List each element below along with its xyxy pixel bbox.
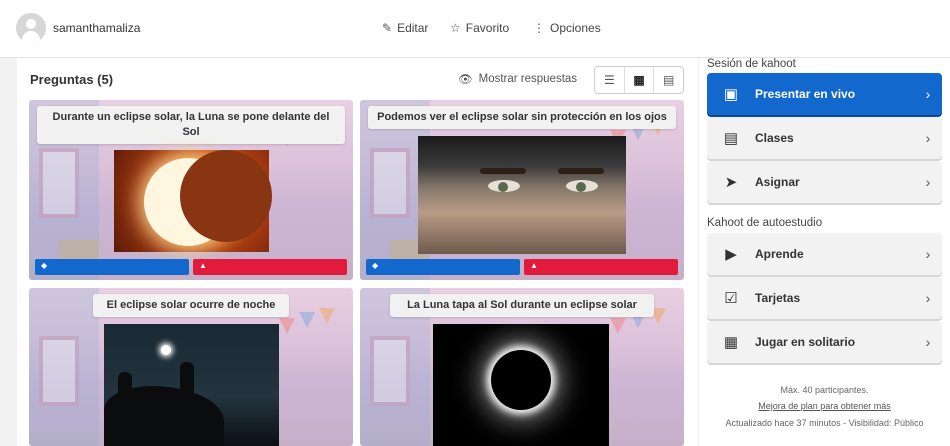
chevron-right-icon: › [925,174,931,190]
answer-blue: ◆ [35,259,189,275]
grid-view-icon[interactable]: ▦ [623,67,654,93]
diamond-icon: ◆ [41,261,48,270]
question-text: El eclipse solar ocurre de noche [93,294,289,317]
edit-button-label: Editar [397,21,429,35]
person-silhouette [180,362,194,402]
kahoot-sidebar: Sesión de kahoot ▣ Presentar en vivo › ▤… [699,58,950,446]
grid-solo-icon: ▦ [723,334,739,351]
diamond-icon: ◆ [372,261,379,270]
question-text: La Luna tapa al Sol durante un eclipse s… [390,294,654,317]
learn-button[interactable]: ▶ Aprende › [707,233,942,275]
question-card-4[interactable]: La Luna tapa al Sol durante un eclipse s… [360,288,684,446]
total-eclipse-image [433,324,609,446]
classroom-window [39,336,79,406]
questions-panel: Preguntas (5) 👁 Mostrar respuestas ☰ ▦ ▤… [17,58,698,446]
eyes-closeup-image [418,136,626,254]
night-silhouette-image [104,324,279,446]
avatar-body-shape [22,31,40,43]
classroom-window [370,148,410,218]
present-live-button[interactable]: ▣ Presentar en vivo › [707,73,942,115]
answer-red: ▲ [193,259,347,275]
person-silhouette [118,372,132,406]
username[interactable]: samanthamaliza [53,21,140,35]
assign-label: Asignar [755,175,800,189]
more-vertical-icon: ⋮ [533,21,545,35]
view-mode-toggle: ☰ ▦ ▤ [594,66,684,94]
classes-label: Clases [755,131,794,145]
options-button[interactable]: ⋮ Opciones [533,21,601,35]
updated-visibility-text: Actualizado hace 37 minutos - Visibilida… [725,418,924,428]
flashcards-label: Tarjetas [755,291,801,305]
bunting-flag [279,318,295,334]
star-icon: ☆ [450,21,461,35]
avatar[interactable] [16,13,46,43]
question-card-3[interactable]: El eclipse solar ocurre de noche [29,288,353,446]
play-cards-icon: ▶ [725,246,737,263]
self-study-heading: Kahoot de autoestudio [707,217,823,229]
favorite-button[interactable]: ☆ Favorito [450,21,509,35]
detail-view-icon[interactable]: ▤ [653,67,683,93]
question-card-1[interactable]: Durante un eclipse solar, la Luna se pon… [29,100,353,280]
eye-shape [488,180,520,192]
top-bar: samanthamaliza ✎ Editar ☆ Favorito ⋮ Opc… [0,0,950,58]
partial-eclipse-image [114,150,272,252]
iris-shape [498,182,508,192]
send-plane-icon: ➤ [724,174,738,191]
answer-blue: ◆ [366,259,520,275]
triangle-icon: ▲ [199,261,207,270]
avatar-head-shape [26,19,36,29]
chevron-right-icon: › [925,246,931,262]
show-answers-toggle[interactable]: 👁 Mostrar respuestas [458,72,577,86]
eclipse-dot-shape [161,345,171,355]
classroom-window [370,336,410,406]
session-heading: Sesión de kahoot [707,58,796,70]
eyebrow-shape [558,168,604,174]
eye-icon: 👁 [458,74,473,86]
bunting-flag [299,312,315,328]
favorite-button-label: Favorito [465,21,510,35]
play-solo-label: Jugar en solitario [755,335,856,349]
list-view-icon[interactable]: ☰ [595,67,624,93]
flashcards-button[interactable]: ☑ Tarjetas › [707,277,942,319]
question-text: Podemos ver el eclipse solar sin protecc… [368,106,676,129]
bunting-flag [319,308,335,324]
class-board-icon: ▤ [723,130,739,147]
question-card-2[interactable]: Podemos ver el eclipse solar sin protecc… [360,100,684,280]
chevron-right-icon: › [925,290,931,306]
eye-shape [566,180,598,192]
show-answers-label: Mostrar respuestas [478,73,578,85]
iris-shape [576,182,586,192]
present-live-label: Presentar en vivo [755,87,856,101]
assign-button[interactable]: ➤ Asignar › [707,161,942,203]
chevron-right-icon: › [925,334,931,350]
play-solo-button[interactable]: ▦ Jugar en solitario › [707,321,942,363]
chevron-right-icon: › [925,86,931,102]
upgrade-plan-link[interactable]: Mejora de plan para obtener más [707,401,942,411]
pencil-icon: ✎ [382,21,393,35]
bunting-flag [610,318,626,334]
edit-button[interactable]: ✎ Editar [382,21,428,35]
triangle-icon: ▲ [530,261,538,270]
questions-title: Preguntas (5) [30,72,114,87]
moon-shape [180,150,272,242]
classes-button[interactable]: ▤ Clases › [707,117,942,159]
options-button-label: Opciones [550,21,601,35]
corona-shape [491,350,551,410]
flashcard-check-icon: ☑ [724,290,738,307]
max-players-text: Máx. 40 participantes. [780,385,869,395]
answer-red: ▲ [524,259,678,275]
learn-label: Aprende [755,247,804,261]
chevron-right-icon: › [925,130,931,146]
eyebrow-shape [480,168,526,174]
classroom-window [39,148,79,218]
question-text: Durante un eclipse solar, la Luna se pon… [37,106,345,144]
present-screen-icon: ▣ [723,86,739,103]
